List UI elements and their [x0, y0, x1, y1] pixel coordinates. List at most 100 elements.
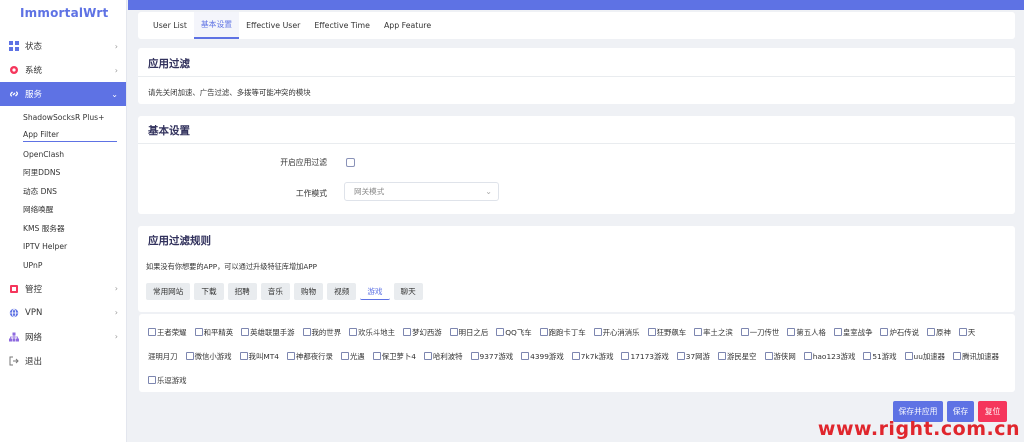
app-checkbox-item[interactable]: uu加速器 — [904, 351, 945, 362]
app-checkbox[interactable] — [717, 352, 726, 360]
app-checkbox-item[interactable]: 英雄联盟手游 — [241, 327, 295, 338]
category-tab-jobs[interactable]: 招聘 — [227, 283, 257, 300]
app-checkbox-item[interactable]: 欢乐斗地主 — [349, 327, 395, 338]
category-tab-music[interactable]: 音乐 — [260, 283, 290, 300]
sidebar-item-system[interactable]: 系统 › — [0, 58, 126, 82]
app-checkbox-item[interactable]: 王者荣耀 — [148, 327, 187, 338]
tab-effective-user[interactable]: Effective User — [239, 12, 307, 39]
tab-app-feature[interactable]: App Feature — [377, 12, 438, 39]
app-checkbox-item[interactable]: 我叫MT4 — [239, 351, 279, 362]
app-checkbox[interactable] — [449, 328, 458, 336]
category-tab-games[interactable]: 游戏 — [360, 283, 390, 300]
app-checkbox-item[interactable]: 皇室战争 — [833, 327, 872, 338]
app-checkbox[interactable] — [403, 328, 412, 336]
app-checkbox-item[interactable]: 37网游 — [676, 351, 710, 362]
app-checkbox[interactable] — [647, 328, 656, 336]
app-checkbox-item[interactable]: 天 — [958, 327, 975, 338]
sidebar-item-status[interactable]: 状态 › — [0, 34, 126, 58]
sidebar-subitem-kms[interactable]: KMS 服务器 — [0, 219, 126, 238]
app-checkbox-item[interactable]: 乐逗游戏 — [148, 375, 187, 386]
app-checkbox[interactable] — [958, 328, 967, 336]
app-checkbox-item[interactable]: 7k7k游戏 — [571, 351, 613, 362]
app-checkbox-item[interactable]: 游侠网 — [764, 351, 796, 362]
app-checkbox[interactable] — [194, 328, 203, 336]
sidebar-item-network[interactable]: 网络 › — [0, 325, 126, 349]
app-checkbox-item[interactable]: 跑跑卡丁车 — [539, 327, 586, 338]
app-checkbox-item[interactable]: 9377游戏 — [470, 351, 513, 362]
sidebar-subitem-app-filter[interactable]: App Filter — [0, 127, 126, 146]
app-checkbox-item[interactable]: hao123游戏 — [803, 351, 855, 362]
app-checkbox-item[interactable]: 光遇 — [340, 351, 365, 362]
app-checkbox[interactable] — [904, 352, 913, 360]
app-checkbox-item[interactable]: 和平精英 — [194, 327, 233, 338]
sidebar-item-vpn[interactable]: VPN › — [0, 301, 126, 325]
app-checkbox[interactable] — [833, 328, 842, 336]
app-checkbox-item[interactable]: 一刀传世 — [740, 327, 779, 338]
app-checkbox[interactable] — [593, 328, 602, 336]
app-checkbox[interactable] — [863, 352, 872, 360]
category-tab-common[interactable]: 常用网站 — [146, 283, 191, 300]
app-checkbox-item[interactable]: 第五人格 — [787, 327, 826, 338]
category-tab-shopping[interactable]: 购物 — [293, 283, 324, 300]
enable-filter-checkbox[interactable] — [346, 158, 355, 167]
app-checkbox-item[interactable]: 腾讯加速器 — [953, 351, 999, 362]
category-tab-download[interactable]: 下载 — [194, 283, 224, 300]
app-checkbox[interactable] — [953, 352, 962, 360]
app-checkbox-item[interactable]: 游民星空 — [717, 351, 757, 362]
app-checkbox[interactable] — [241, 328, 250, 336]
app-checkbox-item[interactable]: 梦幻西游 — [403, 327, 442, 338]
sidebar-subitem-ddns[interactable]: 动态 DNS — [0, 182, 126, 201]
app-checkbox[interactable] — [470, 352, 479, 360]
tab-effective-time[interactable]: Effective Time — [307, 12, 377, 39]
category-tab-video[interactable]: 视频 — [327, 283, 357, 300]
app-checkbox[interactable] — [621, 352, 630, 360]
sidebar-item-services[interactable]: 服务 ⌄ — [0, 82, 126, 106]
app-checkbox[interactable] — [302, 328, 311, 336]
sidebar-subitem-wol[interactable]: 网络唤醒 — [0, 201, 126, 220]
tab-user-list[interactable]: User List — [146, 12, 194, 39]
app-checkbox-item[interactable]: QQ飞车 — [496, 327, 532, 338]
app-checkbox-item[interactable]: 保卫萝卜4 — [372, 351, 416, 362]
sidebar-subitem-ssr-plus[interactable]: ShadowSocksR Plus+ — [0, 108, 126, 127]
app-checkbox[interactable] — [340, 352, 349, 360]
app-checkbox[interactable] — [372, 352, 381, 360]
app-checkbox-item[interactable]: 我的世界 — [302, 327, 341, 338]
work-mode-select[interactable]: 网关模式 ⌄ — [344, 182, 499, 201]
app-checkbox-item[interactable]: 明日之后 — [449, 327, 488, 338]
logo[interactable]: ImmortalWrt — [0, 0, 126, 26]
app-checkbox[interactable] — [927, 328, 936, 336]
app-checkbox-item[interactable]: 开心消消乐 — [593, 327, 640, 338]
app-checkbox[interactable] — [185, 352, 194, 360]
app-checkbox[interactable] — [571, 352, 580, 360]
sidebar-item-control[interactable]: 管控 › — [0, 277, 126, 301]
sidebar-subitem-iptv[interactable]: IPTV Helper — [0, 238, 126, 257]
app-checkbox-item[interactable]: 原神 — [927, 327, 951, 338]
app-checkbox[interactable] — [539, 328, 548, 336]
app-checkbox-item[interactable]: 狂野飙车 — [647, 327, 686, 338]
app-checkbox[interactable] — [239, 352, 248, 360]
app-checkbox-item[interactable]: 17173游戏 — [621, 351, 669, 362]
app-checkbox[interactable] — [148, 328, 156, 336]
sidebar-subitem-aliddns[interactable]: 阿里DDNS — [0, 164, 126, 183]
app-checkbox-item[interactable]: 炉石传说 — [880, 327, 919, 338]
app-checkbox[interactable] — [423, 352, 432, 360]
app-checkbox-item[interactable]: 微信小游戏 — [185, 351, 232, 362]
app-checkbox[interactable] — [764, 352, 773, 360]
app-checkbox-item[interactable]: 神都夜行录 — [286, 351, 333, 362]
app-checkbox-item[interactable]: 51游戏 — [863, 351, 897, 362]
app-checkbox[interactable] — [740, 328, 749, 336]
app-checkbox-item[interactable]: 4399游戏 — [521, 351, 564, 362]
app-checkbox-item[interactable]: 率土之滨 — [694, 327, 733, 338]
category-tab-chat[interactable]: 聊天 — [393, 283, 423, 300]
app-checkbox[interactable] — [676, 352, 685, 360]
app-checkbox-item[interactable]: 哈利波特 — [423, 351, 463, 362]
app-checkbox[interactable] — [787, 328, 796, 336]
sidebar-subitem-openclash[interactable]: OpenClash — [0, 145, 126, 164]
app-checkbox[interactable] — [803, 352, 812, 360]
app-checkbox[interactable] — [880, 328, 889, 336]
app-checkbox[interactable] — [521, 352, 530, 360]
tab-basic-settings[interactable]: 基本设置 — [193, 12, 240, 39]
app-checkbox[interactable] — [148, 376, 156, 384]
sidebar-subitem-upnp[interactable]: UPnP — [0, 256, 126, 275]
app-checkbox[interactable] — [496, 328, 505, 336]
